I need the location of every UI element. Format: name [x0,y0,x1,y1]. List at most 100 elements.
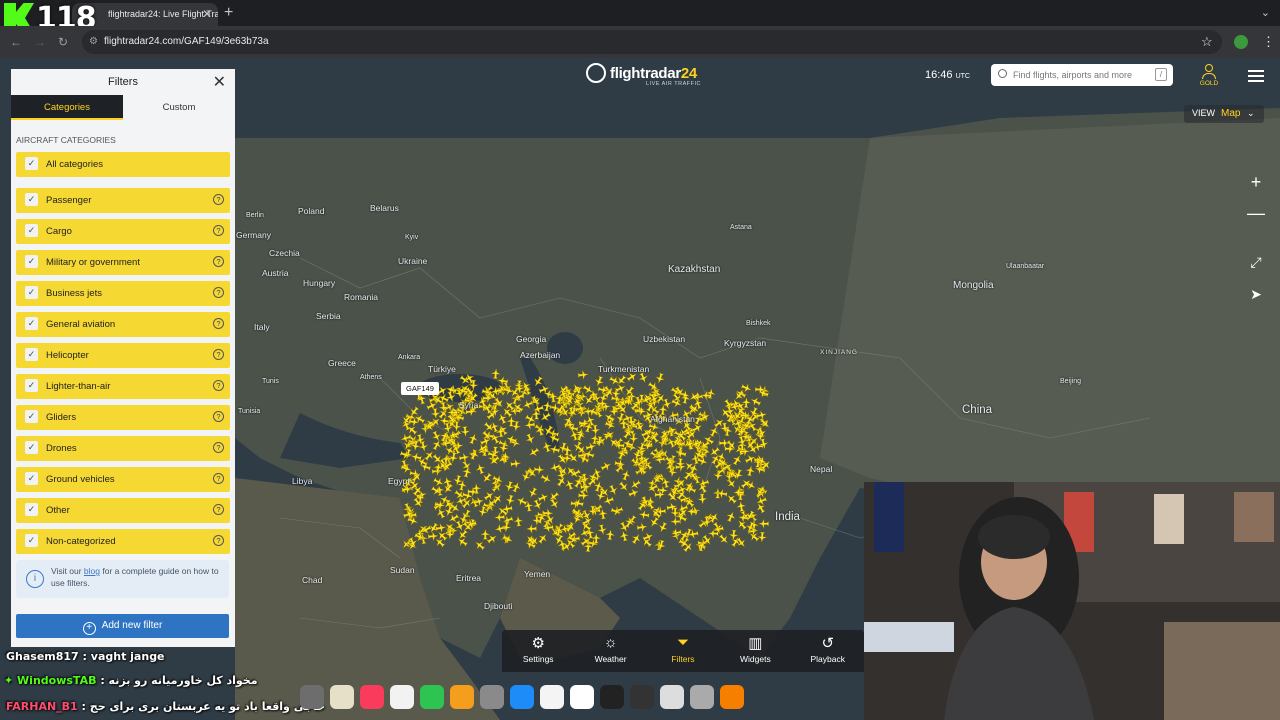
aircraft-icon[interactable] [468,379,479,391]
aircraft-icon[interactable] [629,531,643,545]
help-icon[interactable]: ? [213,194,224,205]
aircraft-icon[interactable] [538,410,552,424]
tab-categories[interactable]: Categories [11,95,123,120]
account-button[interactable]: GOLD [1196,64,1222,87]
help-icon[interactable]: ? [213,473,224,484]
aircraft-icon[interactable] [533,464,545,475]
aircraft-icon[interactable] [748,395,762,409]
flight-search-input[interactable]: Find flights, airports and more / [991,64,1173,86]
extension-icon[interactable] [1234,35,1248,49]
category-helicopter[interactable]: ✓ Helicopter? [16,343,230,368]
locate-icon[interactable]: ➤ [1244,283,1268,307]
dock-app-icon[interactable] [630,685,654,709]
aircraft-icon[interactable] [468,447,482,461]
help-icon[interactable]: ? [213,318,224,329]
aircraft-icon[interactable] [526,486,540,500]
dock-app-icon[interactable] [690,685,714,709]
dock-app-icon[interactable] [390,685,414,709]
category-passenger[interactable]: ✓ Passenger? [16,188,230,213]
dock-app-icon[interactable] [540,685,564,709]
aircraft-icon[interactable] [627,486,640,499]
dock-app-icon[interactable] [720,685,744,709]
category-ground-vehicles[interactable]: ✓ Ground vehicles? [16,467,230,492]
site-info-icon[interactable]: ⚙ [89,36,98,47]
category-all[interactable]: ✓ All categories [16,152,230,177]
selected-flight-label[interactable]: GAF149 [401,382,439,395]
aircraft-icon[interactable] [757,531,768,543]
aircraft-icon[interactable] [758,438,770,451]
reload-icon[interactable]: ↻ [58,35,68,49]
category-non-categorized[interactable]: ✓ Non-categorized? [16,529,230,554]
aircraft-icon[interactable] [496,423,510,437]
aircraft-icon[interactable] [467,432,480,445]
help-icon[interactable]: ? [213,225,224,236]
aircraft-icon[interactable] [460,426,471,438]
aircraft-icon[interactable] [697,493,708,505]
aircraft-icon[interactable] [620,468,633,481]
help-icon[interactable]: ? [213,380,224,391]
aircraft-icon[interactable] [758,518,769,529]
tab-search-icon[interactable]: ⌄ [1261,6,1270,19]
fullscreen-icon[interactable]: ⤢ [1244,251,1268,275]
view-selector[interactable]: VIEW Map ⌄ [1184,105,1264,123]
aircraft-icon[interactable] [524,432,537,446]
aircraft-icon[interactable] [724,509,737,523]
help-icon[interactable]: ? [213,442,224,453]
aircraft-icon[interactable] [539,472,553,486]
add-new-filter-button[interactable]: + Add new filter [16,614,229,638]
aircraft-icon[interactable] [542,508,554,519]
browser-menu-icon[interactable]: ⋮ [1262,34,1275,50]
category-general-aviation[interactable]: ✓ General aviation? [16,312,230,337]
aircraft-icon[interactable] [744,464,756,477]
category-cargo[interactable]: ✓ Cargo? [16,219,230,244]
aircraft-icon[interactable] [730,453,744,467]
aircraft-icon[interactable] [724,438,738,452]
fr24-logo[interactable]: flightradar24 [586,63,697,83]
forward-icon[interactable]: → [34,35,46,49]
dock-app-icon[interactable] [420,685,444,709]
aircraft-icon[interactable] [526,445,540,459]
category-gliders[interactable]: ✓ Gliders? [16,405,230,430]
close-icon[interactable]: ✕ [213,72,226,92]
aircraft-icon[interactable] [617,480,631,494]
category-military-or-government[interactable]: ✓ Military or government? [16,250,230,275]
dock-app-icon[interactable] [510,685,534,709]
aircraft-icon[interactable] [636,521,649,533]
category-lighter-than-air[interactable]: ✓ Lighter-than-air? [16,374,230,399]
help-icon[interactable]: ? [213,504,224,515]
aircraft-icon[interactable] [666,501,678,513]
aircraft-icon[interactable] [536,531,550,545]
playback-button[interactable]: ↺ Playback [802,634,854,672]
aircraft-icon[interactable] [590,424,601,436]
aircraft-icon[interactable] [430,484,444,498]
dock-app-icon[interactable] [600,685,624,709]
dock-app-icon[interactable] [360,685,384,709]
aircraft-icon[interactable] [406,514,419,527]
aircraft-icon[interactable] [510,458,522,469]
aircraft-icon[interactable] [600,459,614,473]
aircraft-icon[interactable] [477,506,489,518]
aircraft-icon[interactable] [513,515,524,527]
widgets-button[interactable]: ▥ Widgets [729,634,781,672]
main-menu-icon[interactable] [1248,70,1264,85]
aircraft-icon[interactable] [542,400,554,412]
zoom-out-icon[interactable]: — [1244,202,1268,226]
settings-button[interactable]: ⚙ Settings [512,634,564,672]
aircraft-icon[interactable] [670,516,681,527]
aircraft-icon[interactable] [605,529,616,541]
dock-app-icon[interactable] [570,685,594,709]
zoom-in-icon[interactable]: + [1244,171,1268,195]
help-icon[interactable]: ? [213,535,224,546]
aircraft-icon[interactable] [563,477,576,491]
aircraft-icon[interactable] [628,478,642,492]
aircraft-icon[interactable] [754,494,768,507]
aircraft-icon[interactable] [707,424,721,438]
aircraft-icon[interactable] [493,523,506,535]
aircraft-icon[interactable] [525,523,537,534]
tab-custom[interactable]: Custom [123,95,235,120]
aircraft-icon[interactable] [493,512,505,523]
aircraft-icon[interactable] [430,430,444,444]
aircraft-icon[interactable] [490,368,501,379]
aircraft-icon[interactable] [642,530,656,543]
aircraft-icon[interactable] [607,484,621,498]
